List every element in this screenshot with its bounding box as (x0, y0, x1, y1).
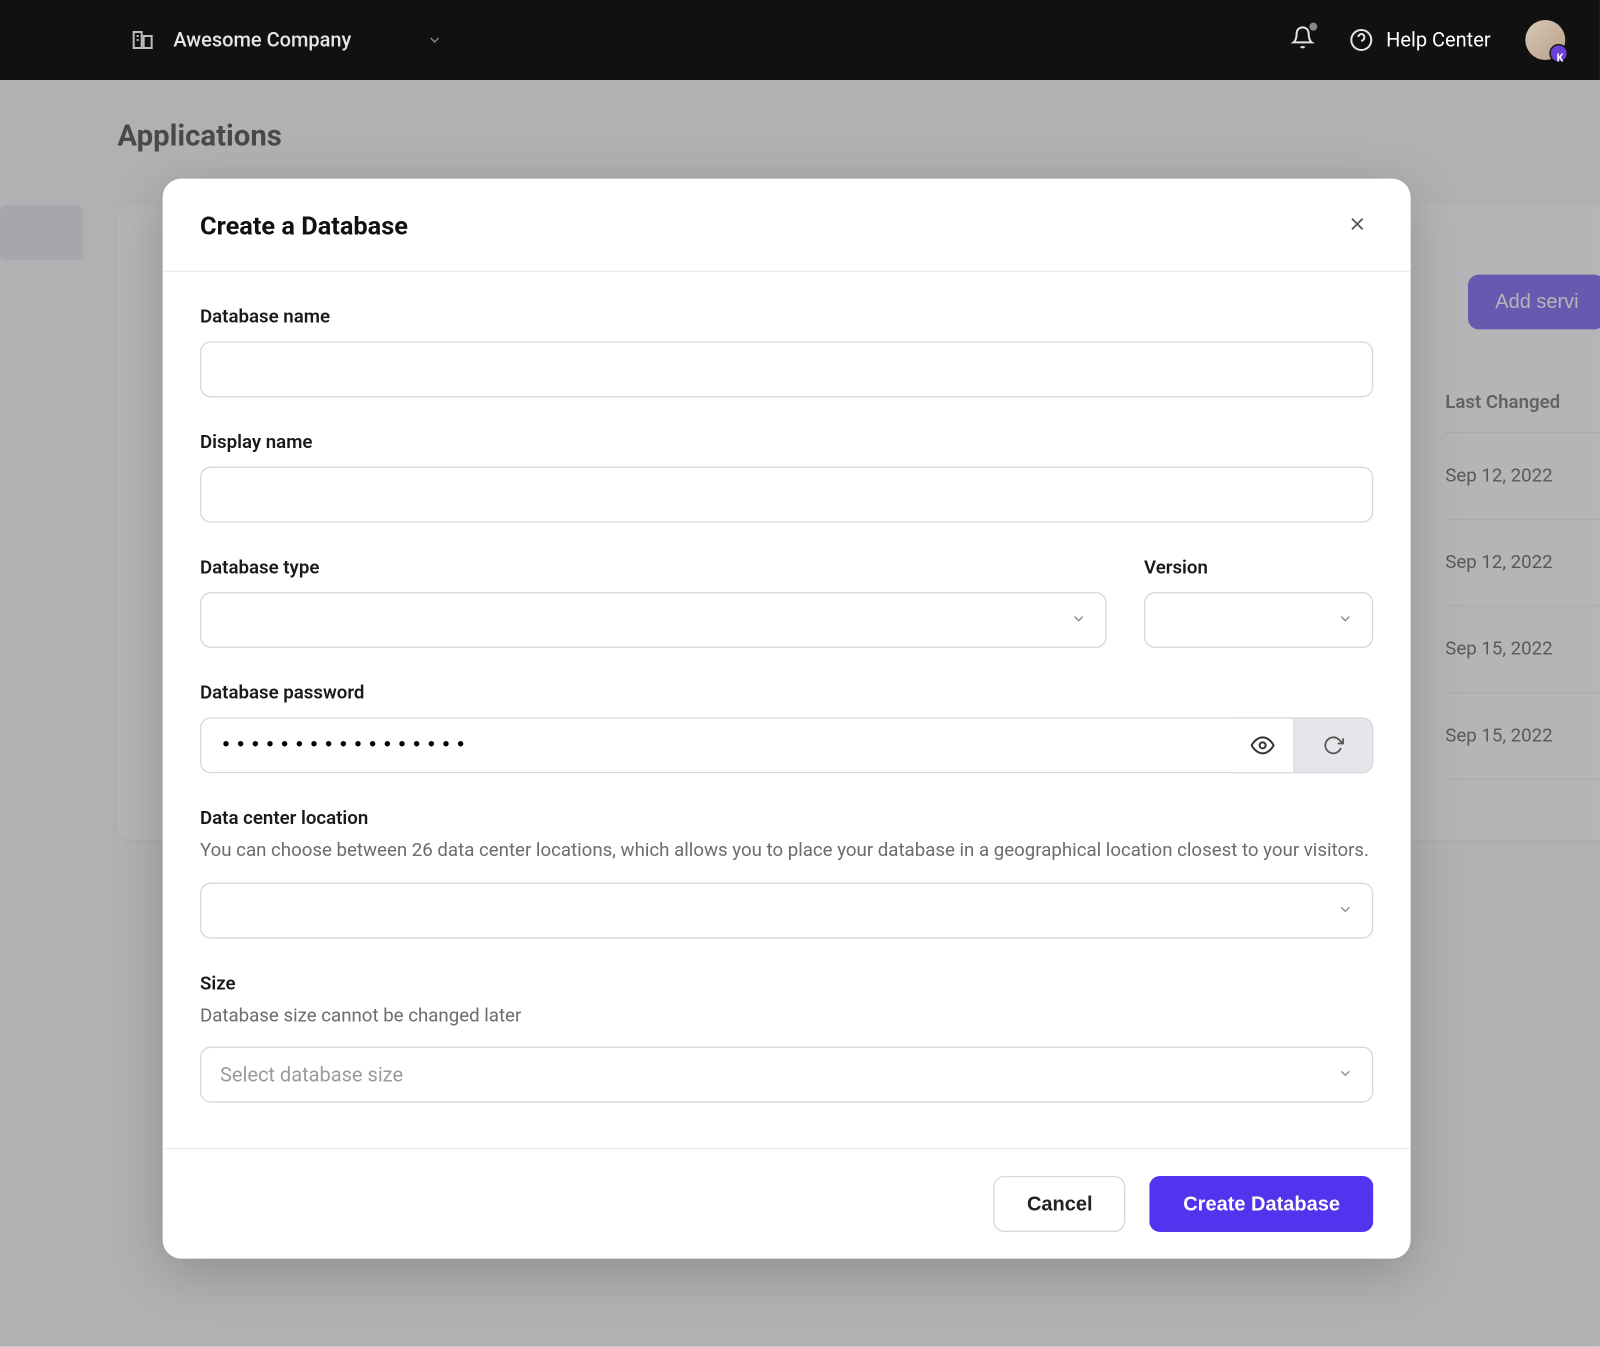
password-mask: ••••••••••••••••• (220, 734, 469, 757)
chevron-down-icon (1337, 608, 1353, 632)
chevron-down-icon (1071, 608, 1087, 632)
chevron-down-icon (426, 32, 442, 48)
label-db-type: Database type (200, 557, 1107, 578)
size-select[interactable]: Select database size (200, 1047, 1373, 1103)
display-name-input[interactable] (200, 467, 1373, 523)
close-icon (1347, 213, 1368, 234)
company-icon (131, 28, 155, 52)
notification-dot (1309, 23, 1317, 31)
note-location: You can choose between 26 data center lo… (200, 837, 1373, 866)
label-password: Database password (200, 683, 1373, 704)
modal-title: Create a Database (200, 211, 408, 242)
note-size: Database size cannot be changed later (200, 1002, 1373, 1031)
toggle-password-visibility-button[interactable] (1232, 717, 1293, 773)
password-input[interactable]: ••••••••••••••••• (200, 717, 1232, 773)
create-database-button[interactable]: Create Database (1150, 1176, 1373, 1232)
label-db-name: Database name (200, 307, 1373, 328)
location-select[interactable] (200, 882, 1373, 938)
company-name: Awesome Company (173, 28, 351, 52)
avatar[interactable]: K (1525, 20, 1565, 60)
label-version: Version (1144, 557, 1373, 578)
topbar: Awesome Company Help Center K (0, 0, 1600, 80)
database-type-select[interactable] (200, 592, 1107, 648)
chevron-down-icon (1337, 898, 1353, 922)
size-placeholder: Select database size (220, 1063, 403, 1087)
avatar-badge: K (1552, 52, 1568, 64)
cancel-button[interactable]: Cancel (994, 1176, 1126, 1232)
version-select[interactable] (1144, 592, 1373, 648)
help-center-label: Help Center (1386, 28, 1491, 52)
chevron-down-icon (1337, 1063, 1353, 1087)
eye-icon (1251, 733, 1275, 757)
label-display-name: Display name (200, 432, 1373, 453)
create-database-modal: Create a Database Database name Display … (163, 179, 1411, 1259)
regenerate-password-button[interactable] (1293, 717, 1373, 773)
help-icon (1349, 28, 1373, 52)
help-center-link[interactable]: Help Center (1349, 28, 1491, 52)
label-location: Data center location (200, 808, 1373, 829)
refresh-icon (1323, 735, 1344, 756)
company-switcher[interactable]: Awesome Company (131, 28, 442, 52)
modal-close-button[interactable] (1341, 208, 1373, 244)
database-name-input[interactable] (200, 341, 1373, 397)
label-size: Size (200, 973, 1373, 994)
notifications-button[interactable] (1290, 25, 1314, 54)
